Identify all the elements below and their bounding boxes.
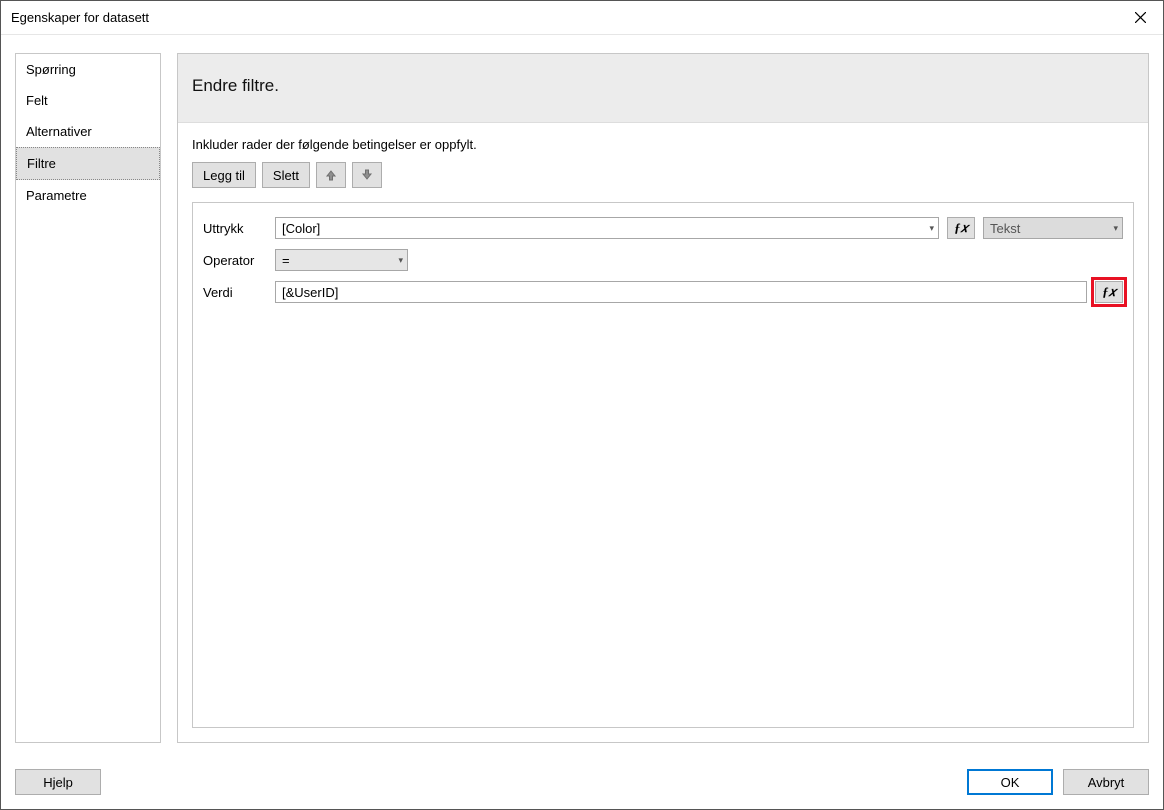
dialog-footer: Hjelp OK Avbryt (1, 757, 1163, 809)
arrow-up-icon (325, 169, 337, 181)
type-combo[interactable]: Tekst ▾ (983, 217, 1123, 239)
type-value: Tekst (990, 221, 1020, 236)
cancel-button[interactable]: Avbryt (1063, 769, 1149, 795)
expression-combo[interactable]: [Color] ▾ (275, 217, 939, 239)
main-panel: Endre filtre. Inkluder rader der følgend… (177, 53, 1149, 743)
dataset-properties-dialog: Egenskaper for datasett Spørring Felt Al… (0, 0, 1164, 810)
value-label: Verdi (203, 285, 267, 300)
sidebar-item-parameters[interactable]: Parametre (16, 180, 160, 211)
operator-value: = (282, 253, 290, 268)
close-button[interactable] (1117, 2, 1163, 34)
chevron-down-icon: ▾ (392, 255, 403, 266)
titlebar: Egenskaper for datasett (1, 1, 1163, 35)
ok-button[interactable]: OK (967, 769, 1053, 795)
sidebar: Spørring Felt Alternativer Filtre Parame… (15, 53, 161, 743)
arrow-down-icon (361, 169, 373, 181)
operator-row: Operator = ▾ (203, 249, 1123, 271)
hint-text: Inkluder rader der følgende betingelser … (192, 137, 1134, 152)
expression-fx-button[interactable]: ƒ𝑥 (947, 217, 975, 239)
expression-label: Uttrykk (203, 221, 267, 236)
main-content: Inkluder rader der følgende betingelser … (178, 123, 1148, 742)
window-title: Egenskaper for datasett (11, 10, 149, 25)
filter-panel: Uttrykk [Color] ▾ ƒ𝑥 Tekst ▾ Operator (192, 202, 1134, 728)
page-title: Endre filtre. (178, 54, 1148, 123)
value-input[interactable] (275, 281, 1087, 303)
footer-right: OK Avbryt (967, 769, 1149, 795)
chevron-down-icon: ▾ (1107, 223, 1118, 234)
filter-toolbar: Legg til Slett (192, 162, 1134, 188)
value-fx-button[interactable]: ƒ𝑥 (1095, 281, 1123, 303)
sidebar-item-query[interactable]: Spørring (16, 54, 160, 85)
sidebar-item-filters[interactable]: Filtre (16, 147, 160, 180)
help-button[interactable]: Hjelp (15, 769, 101, 795)
move-up-button[interactable] (316, 162, 346, 188)
add-button[interactable]: Legg til (192, 162, 256, 188)
delete-button[interactable]: Slett (262, 162, 310, 188)
move-down-button[interactable] (352, 162, 382, 188)
operator-combo[interactable]: = ▾ (275, 249, 408, 271)
sidebar-item-options[interactable]: Alternativer (16, 116, 160, 147)
dialog-body: Spørring Felt Alternativer Filtre Parame… (1, 35, 1163, 757)
expression-value: [Color] (282, 221, 320, 236)
close-icon (1135, 12, 1146, 23)
value-row: Verdi ƒ𝑥 (203, 281, 1123, 303)
operator-label: Operator (203, 253, 267, 268)
expression-row: Uttrykk [Color] ▾ ƒ𝑥 Tekst ▾ (203, 217, 1123, 239)
chevron-down-icon: ▾ (923, 223, 934, 234)
sidebar-item-fields[interactable]: Felt (16, 85, 160, 116)
